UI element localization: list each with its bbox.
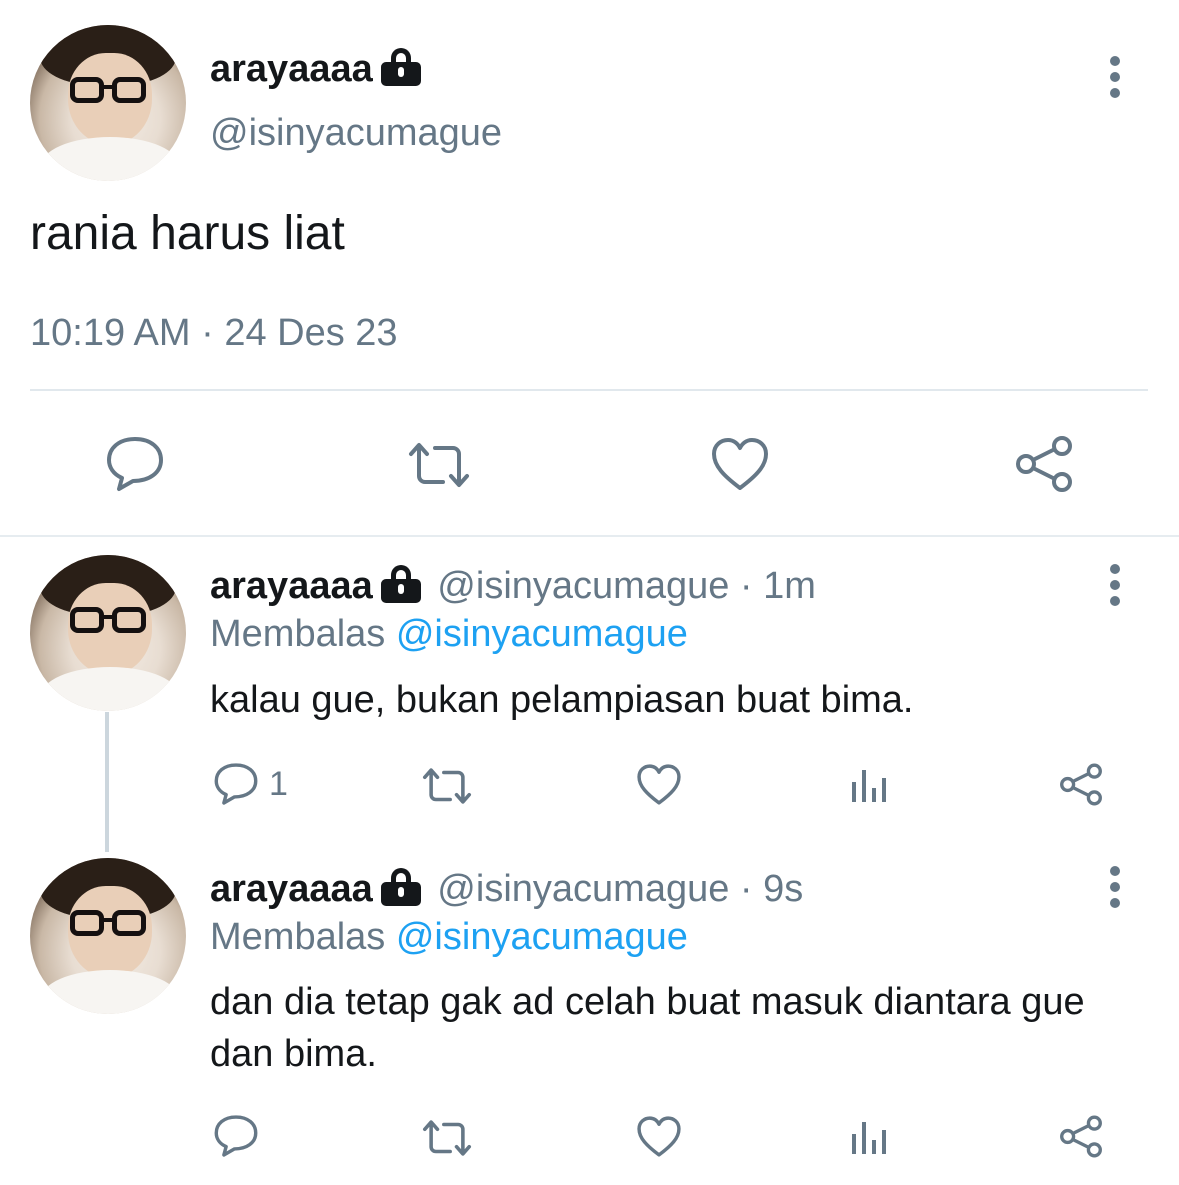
retweet-icon [422,768,472,804]
retweet-icon [409,443,469,487]
like-button[interactable] [636,763,682,806]
more-options-icon[interactable] [1105,56,1125,100]
share-icon [1016,436,1072,492]
reply-button[interactable] [105,435,165,493]
user-handle[interactable]: @isinyacumague [210,112,502,155]
share-button[interactable] [1013,434,1075,494]
avatar[interactable] [30,858,186,1014]
like-button[interactable] [710,436,770,492]
analytics-button[interactable] [850,1118,888,1156]
mention-link[interactable]: @isinyacumague [396,613,688,655]
share-button[interactable] [1058,1114,1104,1159]
reply-button[interactable]: 1 [213,762,288,806]
avatar[interactable] [30,555,186,711]
mention-link[interactable]: @isinyacumague [396,916,688,958]
user-handle[interactable]: @isinyacumague [437,565,729,607]
tweet-text: dan dia tetap gak ad celah buat masuk di… [210,981,1085,1075]
like-button[interactable] [636,1115,682,1158]
divider [0,535,1179,537]
divider [30,389,1148,391]
lock-icon [380,48,421,86]
reply-icon [107,437,163,491]
analytics-icon [852,1122,886,1154]
tweet-timestamp: 10:19 AM · 24 Des 23 [30,312,398,354]
retweet-button[interactable] [420,766,474,806]
display-name[interactable]: arayaaaa [210,48,421,91]
tweet-time: 9s [763,868,804,910]
like-icon [637,1116,681,1157]
tweet-time: 1m [763,565,816,607]
replying-to: Membalas @isinyacumague [210,916,688,958]
thread-connector [105,712,109,852]
display-name[interactable]: arayaaaa [210,868,373,910]
reply-icon [214,763,258,805]
avatar[interactable] [30,25,186,181]
more-options-icon[interactable] [1105,866,1125,910]
user-handle[interactable]: @isinyacumague [437,868,729,910]
like-icon [712,438,768,490]
tweet-header: arayaaaa @isinyacumague · 9s [210,868,804,910]
more-options-icon[interactable] [1105,564,1125,608]
tweet-text: kalau gue, bukan pelampiasan buat bima. [210,679,914,721]
tweet-text: rania harus liat [30,207,345,260]
reply-button[interactable] [213,1114,259,1158]
analytics-button[interactable] [850,766,888,804]
share-button[interactable] [1058,762,1104,807]
analytics-icon [852,770,886,802]
share-icon [1060,763,1102,806]
retweet-icon [422,1120,472,1156]
lock-icon [380,565,421,603]
reply-icon [214,1115,258,1157]
display-name[interactable]: arayaaaa [210,565,373,607]
retweet-button[interactable] [405,440,473,490]
lock-icon [380,868,421,906]
like-icon [637,764,681,805]
tweet-header: arayaaaa @isinyacumague · 1m [210,565,816,607]
reply-count: 1 [269,764,288,803]
replying-to: Membalas @isinyacumague [210,613,688,655]
retweet-button[interactable] [420,1118,474,1158]
share-icon [1060,1115,1102,1158]
